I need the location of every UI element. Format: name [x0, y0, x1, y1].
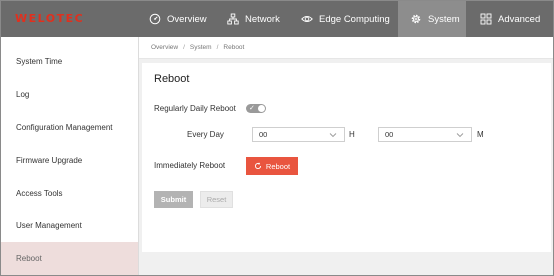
- minute-select-value: 00: [385, 130, 394, 139]
- network-icon: [227, 13, 239, 25]
- sidebar-item-label: Firmware Upgrade: [16, 155, 83, 165]
- grid-icon: [480, 13, 492, 25]
- toggle-knob: [258, 105, 265, 112]
- reboot-button-label: Reboot: [265, 161, 291, 171]
- every-day-label: Every Day: [187, 130, 224, 139]
- sidebar-item-label: Access Tools: [16, 188, 63, 198]
- refresh-icon: [254, 162, 262, 170]
- sidebar-item-configuration-management[interactable]: Configuration Management: [1, 111, 138, 143]
- hour-select[interactable]: 00: [252, 127, 345, 142]
- sidebar-item-firmware-upgrade[interactable]: Firmware Upgrade: [1, 144, 138, 176]
- brand-logo[interactable]: WELOTEC: [15, 12, 84, 25]
- nav-item-label: Edge Computing: [319, 13, 390, 25]
- sidebar-item-label: User Management: [16, 220, 82, 230]
- chevron-down-icon: [456, 131, 464, 139]
- sidebar-item-label: Configuration Management: [16, 122, 113, 132]
- breadcrumb-item-reboot: Reboot: [223, 44, 245, 51]
- nav-item-overview[interactable]: Overview: [141, 1, 215, 37]
- breadcrumb-item-system[interactable]: System: [190, 44, 212, 51]
- nav-item-edge-computing[interactable]: Edge Computing: [295, 1, 395, 37]
- gear-icon: [410, 13, 422, 25]
- breadcrumb: Overview / System / Reboot: [139, 37, 553, 59]
- chevron-down-icon: [329, 131, 337, 139]
- nav-item-label: System: [428, 13, 460, 25]
- eye-icon: [301, 13, 313, 25]
- sidebar-item-reboot[interactable]: Reboot: [1, 242, 138, 275]
- sidebar-item-log[interactable]: Log: [1, 78, 138, 110]
- sidebar-item-label: Log: [16, 89, 30, 99]
- page-title: Reboot: [154, 73, 190, 85]
- top-navigation: WELOTEC Overview Network Edge Computing …: [1, 1, 553, 37]
- breadcrumb-separator: /: [183, 44, 185, 51]
- sidebar: System Time Log Configuration Management…: [1, 37, 139, 275]
- breadcrumb-item-overview[interactable]: Overview: [151, 44, 178, 51]
- sidebar-item-label: System Time: [16, 56, 63, 66]
- nav-item-label: Overview: [167, 13, 207, 25]
- nav-item-label: Network: [245, 13, 280, 25]
- reset-button[interactable]: Reset: [200, 191, 233, 208]
- minute-select[interactable]: 00: [378, 127, 472, 142]
- regular-reboot-label: Regularly Daily Reboot: [154, 104, 236, 113]
- nav-item-label: Advanced: [498, 13, 541, 25]
- reboot-button[interactable]: Reboot: [246, 157, 298, 175]
- sidebar-item-access-tools[interactable]: Access Tools: [1, 177, 138, 209]
- reboot-card: Reboot Regularly Daily Reboot ✓ Every Da…: [142, 63, 551, 252]
- immediate-reboot-label: Immediately Reboot: [154, 161, 226, 170]
- breadcrumb-separator: /: [216, 44, 219, 51]
- gauge-icon: [149, 13, 161, 25]
- nav-item-network[interactable]: Network: [221, 1, 283, 37]
- app-window: WELOTEC Overview Network Edge Computing …: [0, 0, 554, 276]
- toggle-check-mark: ✓: [249, 105, 255, 112]
- hour-unit-label: H: [349, 130, 355, 139]
- minute-unit-label: M: [477, 130, 484, 139]
- hour-select-value: 00: [259, 130, 268, 139]
- sidebar-item-system-time[interactable]: System Time: [1, 45, 138, 77]
- main-content: Overview / System / Reboot Reboot Regula…: [139, 37, 553, 275]
- submit-button[interactable]: Submit: [154, 191, 193, 208]
- sidebar-item-label: Reboot: [16, 254, 42, 263]
- sidebar-item-user-management[interactable]: User Management: [1, 209, 138, 241]
- nav-item-system[interactable]: System: [398, 1, 466, 37]
- nav-item-advanced[interactable]: Advanced: [474, 1, 553, 37]
- regular-reboot-toggle[interactable]: ✓: [246, 104, 266, 113]
